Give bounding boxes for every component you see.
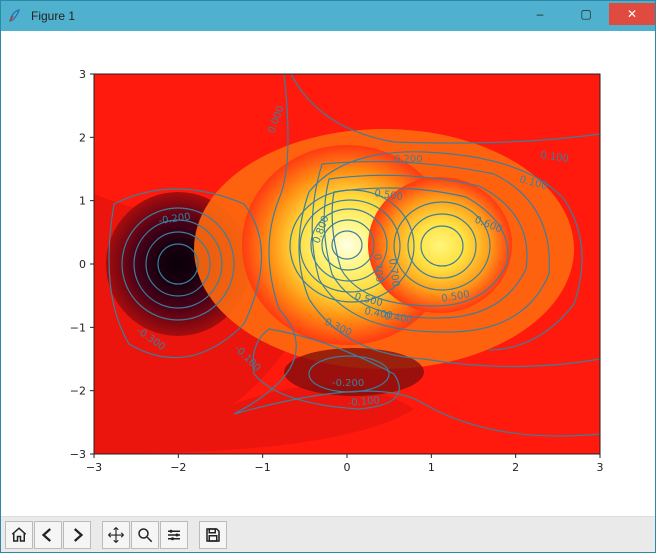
svg-text:0: 0	[344, 461, 351, 474]
plot-wrapper: 0.000 0.200 0.100 0.500 -0.200 0.600 0.7…	[9, 39, 647, 516]
svg-text:2: 2	[512, 461, 519, 474]
close-button[interactable]: ✕	[609, 3, 655, 25]
svg-text:−2: −2	[170, 461, 186, 474]
toolbar-zoom-button[interactable]	[131, 521, 159, 549]
tk-feather-icon	[7, 8, 23, 24]
matplotlib-toolbar	[1, 516, 655, 552]
toolbar-forward-button[interactable]	[63, 521, 91, 549]
svg-text:3: 3	[79, 68, 86, 81]
window-title: Figure 1	[31, 9, 75, 23]
arrow-left-icon	[39, 526, 57, 544]
svg-text:0.200: 0.200	[394, 154, 423, 165]
axes[interactable]: 0.000 0.200 0.100 0.500 -0.200 0.600 0.7…	[94, 74, 600, 454]
minimize-button[interactable]: –	[517, 3, 563, 25]
svg-text:−1: −1	[70, 321, 86, 334]
svg-text:0: 0	[79, 258, 86, 271]
svg-text:−1: −1	[255, 461, 271, 474]
maximize-button[interactable]: ▢	[563, 3, 609, 25]
move-icon	[107, 526, 125, 544]
sliders-icon	[165, 526, 183, 544]
svg-text:3: 3	[597, 461, 604, 474]
minimize-icon: –	[537, 7, 544, 21]
svg-text:1: 1	[428, 461, 435, 474]
toolbar-back-button[interactable]	[34, 521, 62, 549]
toolbar-home-button[interactable]	[5, 521, 33, 549]
toolbar-save-button[interactable]	[199, 521, 227, 549]
svg-text:−2: −2	[70, 385, 86, 398]
figure-canvas-area: 0.000 0.200 0.100 0.500 -0.200 0.600 0.7…	[1, 31, 655, 516]
titlebar: Figure 1 – ▢ ✕	[1, 1, 655, 31]
svg-text:2: 2	[79, 131, 86, 144]
svg-text:-0.200: -0.200	[332, 378, 364, 389]
arrow-right-icon	[68, 526, 86, 544]
maximize-icon: ▢	[580, 7, 591, 21]
svg-text:−3: −3	[86, 461, 102, 474]
zoom-icon	[136, 526, 154, 544]
toolbar-configure-button[interactable]	[160, 521, 188, 549]
figure-svg: 0.000 0.200 0.100 0.500 -0.200 0.600 0.7…	[9, 39, 647, 516]
home-icon	[10, 526, 28, 544]
save-icon	[204, 526, 222, 544]
svg-text:1: 1	[79, 195, 86, 208]
toolbar-pan-button[interactable]	[102, 521, 130, 549]
window-frame: Figure 1 – ▢ ✕	[0, 0, 656, 553]
close-icon: ✕	[627, 7, 637, 21]
svg-text:−3: −3	[70, 448, 86, 461]
